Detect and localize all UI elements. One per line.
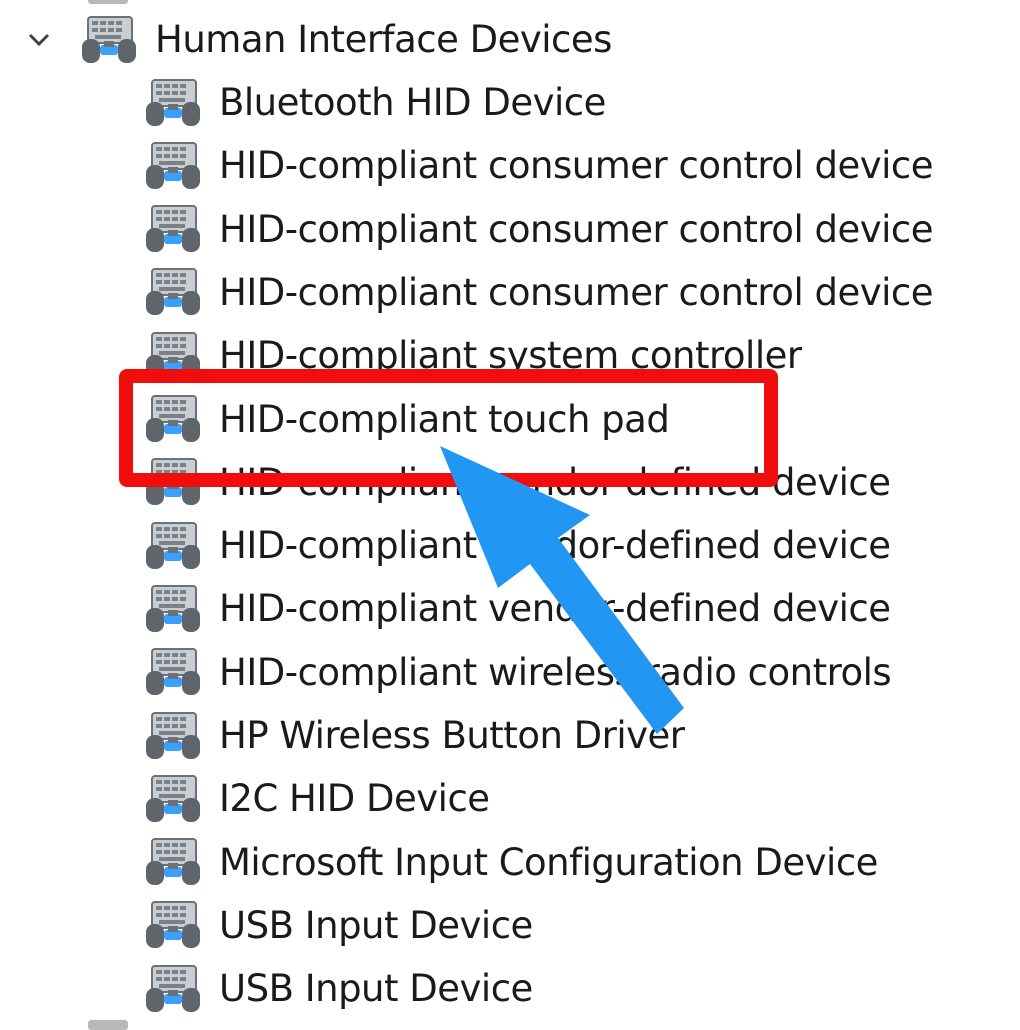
device-label: HP Wireless Button Driver — [219, 714, 685, 757]
device-label: HID-compliant wireless radio controls — [219, 650, 892, 694]
device-item[interactable]: HID-compliant touch pad — [144, 388, 670, 451]
hid-device-icon — [144, 141, 202, 191]
device-item[interactable]: HP Wireless Button Driver — [144, 704, 685, 767]
device-item[interactable]: I2C HID Device — [144, 767, 490, 830]
previous-category-icon — [88, 0, 128, 4]
hid-device-icon — [144, 204, 202, 254]
hid-device-icon — [144, 584, 202, 634]
device-label: HID-compliant consumer control device — [219, 270, 934, 314]
device-item[interactable]: HID-compliant consumer control device — [144, 198, 934, 261]
device-label: HID-compliant consumer control device — [219, 144, 934, 188]
device-label: HID-compliant vendor-defined device — [219, 587, 891, 631]
device-item[interactable]: HID-compliant wireless radio controls — [144, 641, 892, 704]
device-item[interactable]: HID-compliant vendor-defined device — [144, 514, 891, 577]
device-label: HID-compliant vendor-defined device — [219, 524, 891, 568]
device-item[interactable]: HID-compliant vendor-defined device — [144, 451, 891, 514]
device-manager-tree: Human Interface Devices Bluetooth HID De… — [0, 0, 1020, 1030]
device-item[interactable]: HID-compliant vendor-defined device — [144, 577, 891, 640]
chevron-down-icon[interactable] — [20, 21, 58, 59]
hid-device-icon — [144, 78, 202, 128]
category-human-interface-devices[interactable]: Human Interface Devices — [20, 8, 612, 71]
device-item[interactable]: Microsoft Input Configuration Device — [144, 831, 878, 894]
hid-device-icon — [144, 521, 202, 571]
hid-device-icon — [144, 394, 202, 444]
device-label: USB Input Device — [219, 903, 533, 947]
device-label: Bluetooth HID Device — [219, 81, 606, 124]
device-label: USB Input Device — [219, 967, 533, 1011]
device-label: HID-compliant consumer control device — [219, 207, 934, 251]
hid-device-icon — [144, 457, 202, 507]
hid-device-icon — [144, 900, 202, 950]
hid-device-icon — [144, 964, 202, 1014]
device-label: HID-compliant vendor-defined device — [219, 460, 891, 504]
hid-device-icon — [144, 774, 202, 824]
device-label: I2C HID Device — [219, 777, 490, 821]
hid-device-icon — [144, 711, 202, 761]
device-label: HID-compliant touch pad — [219, 397, 670, 441]
hid-device-icon — [144, 647, 202, 697]
device-item[interactable]: Bluetooth HID Device — [144, 71, 606, 134]
device-item[interactable]: HID-compliant system controller — [144, 324, 802, 387]
device-item[interactable]: USB Input Device — [144, 957, 533, 1020]
next-category-icon — [88, 1020, 128, 1030]
hid-device-icon — [80, 15, 138, 65]
category-label: Human Interface Devices — [155, 18, 612, 61]
hid-device-icon — [144, 331, 202, 381]
device-item[interactable]: HID-compliant consumer control device — [144, 134, 934, 197]
hid-device-icon — [144, 267, 202, 317]
hid-device-icon — [144, 837, 202, 887]
device-label: HID-compliant system controller — [219, 334, 802, 378]
device-item[interactable]: HID-compliant consumer control device — [144, 261, 934, 324]
device-label: Microsoft Input Configuration Device — [219, 840, 878, 884]
device-item[interactable]: USB Input Device — [144, 894, 533, 957]
